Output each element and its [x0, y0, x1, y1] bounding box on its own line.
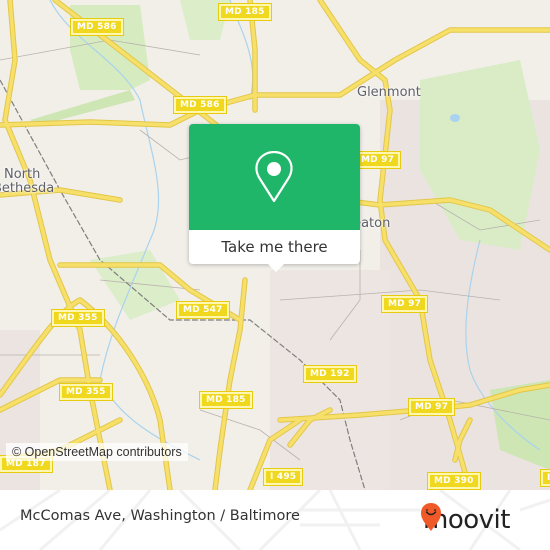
- map-attribution[interactable]: © OpenStreetMap contributors: [6, 443, 188, 461]
- popup-header: [189, 124, 360, 230]
- route-shield: MD 586: [173, 96, 227, 114]
- route-shield: MD 97: [407, 398, 456, 416]
- pond: [450, 114, 460, 122]
- route-shield: MD 185: [199, 391, 253, 409]
- popup-pointer: [267, 263, 285, 272]
- route-shield: MD 547: [176, 301, 230, 319]
- route-shield: I: [540, 469, 550, 487]
- footer: McComas Ave, Washington / Baltimore moov…: [0, 490, 550, 550]
- map[interactable]: Glenmont North Bethesda Wheaton MD 586 M…: [0, 0, 550, 490]
- place-label-north: North: [4, 167, 41, 182]
- route-shield: MD 355: [59, 383, 113, 401]
- moovit-logo[interactable]: moovit: [420, 502, 510, 538]
- route-shield: MD 586: [70, 18, 124, 36]
- route-shield: MD 97: [380, 295, 429, 313]
- route-shield: MD 192: [303, 365, 357, 383]
- route-shield: MD 185: [218, 3, 272, 21]
- route-shield: I 495: [262, 468, 304, 486]
- moovit-pin-icon: [421, 503, 441, 531]
- route-shield: MD 355: [51, 309, 105, 327]
- place-label-glenmont: Glenmont: [357, 85, 421, 100]
- route-shield: MD 390: [427, 472, 481, 490]
- take-me-there-button[interactable]: Take me there: [189, 230, 360, 264]
- location-address: McComas Ave, Washington / Baltimore: [20, 508, 300, 524]
- map-pin-icon: [255, 151, 293, 203]
- destination-popup: Take me there: [189, 124, 360, 272]
- route-shield: MD 97: [353, 151, 402, 169]
- popup-footer: Take me there: [189, 230, 360, 264]
- place-label-bethesda: Bethesda: [0, 181, 55, 196]
